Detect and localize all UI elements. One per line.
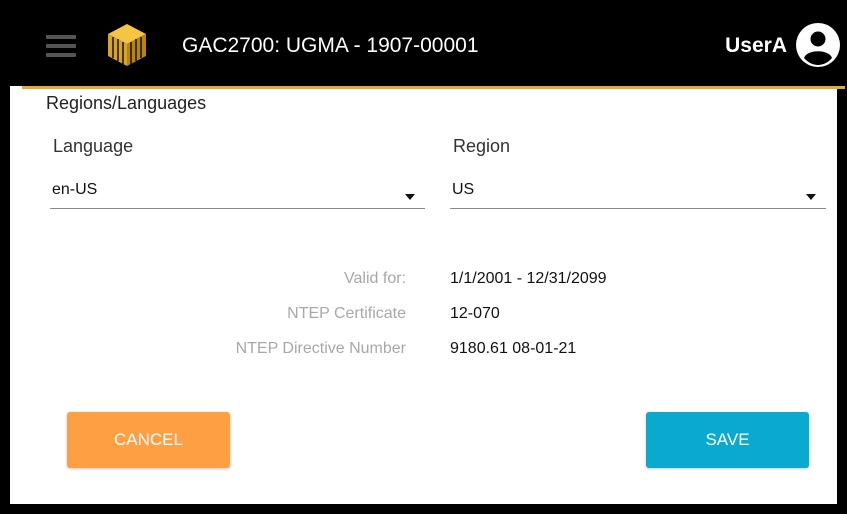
ntep-certificate-value: 12-070 xyxy=(450,305,500,322)
ntep-directive-value: 9180.61 08-01-21 xyxy=(450,340,577,357)
header-bar: GAC2700: UGMA - 1907-00001 UserA xyxy=(10,0,847,86)
ntep-certificate-label: NTEP Certificate xyxy=(287,305,406,322)
app-title: GAC2700: UGMA - 1907-00001 xyxy=(182,34,479,57)
section-title: Regions/Languages xyxy=(46,93,207,113)
app-window: GAC2700: UGMA - 1907-00001 UserA Regions… xyxy=(0,0,847,514)
cancel-button[interactable]: CANCEL xyxy=(67,412,230,468)
save-button[interactable]: SAVE xyxy=(646,412,809,468)
user-name[interactable]: UserA xyxy=(725,34,787,58)
language-select[interactable]: en-US xyxy=(50,176,425,209)
account-circle-icon[interactable] xyxy=(795,22,841,68)
valid-for-label: Valid for: xyxy=(344,270,406,287)
region-label: Region xyxy=(453,136,511,156)
header-accent-line xyxy=(22,86,845,89)
region-select[interactable]: US xyxy=(450,176,826,209)
hamburger-menu-icon[interactable] xyxy=(46,33,76,59)
logo-icon xyxy=(108,24,146,66)
ntep-directive-label: NTEP Directive Number xyxy=(235,340,406,357)
language-select-value: en-US xyxy=(52,181,98,198)
valid-for-value: 1/1/2001 - 12/31/2099 xyxy=(450,270,607,287)
chevron-down-icon xyxy=(405,194,415,200)
region-select-value: US xyxy=(452,181,475,198)
language-label: Language xyxy=(53,136,134,156)
chevron-down-icon xyxy=(806,194,816,200)
